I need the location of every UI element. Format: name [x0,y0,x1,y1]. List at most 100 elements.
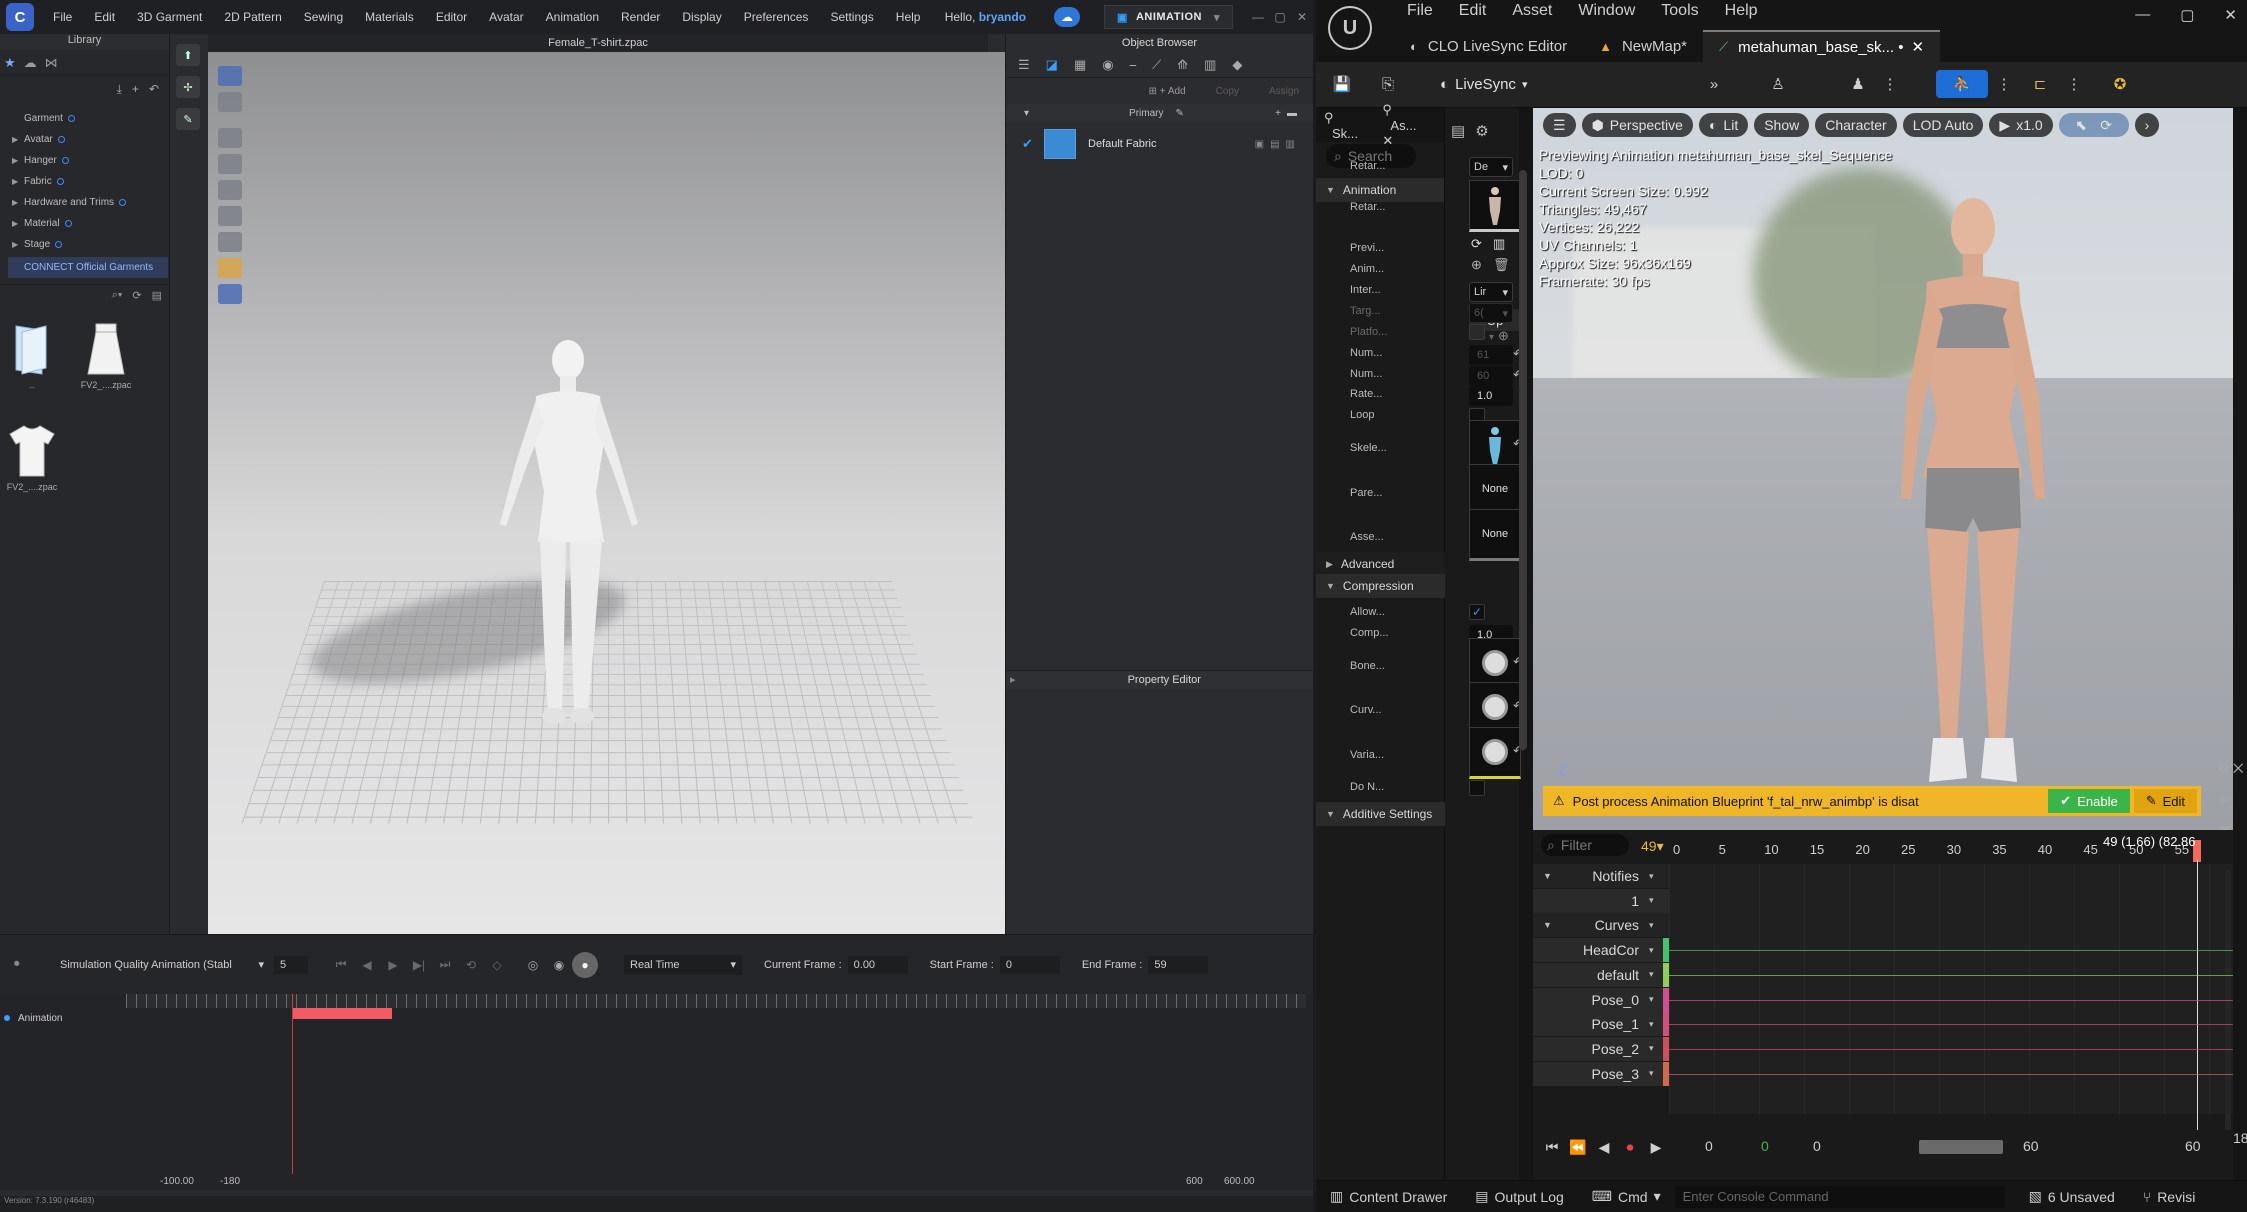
play-icon[interactable]: ▶ [1643,1139,1669,1156]
animation-mode-button[interactable]: ⛹ [1936,70,1988,98]
mesh-mode-icon[interactable]: ♟ [1844,70,1872,98]
steps-input[interactable]: 5 [274,956,308,974]
viewport-menu-button[interactable]: ☰ [1543,113,1576,137]
revision-control-button[interactable]: ⑂ Revisi [2129,1189,2210,1205]
prev-frame-icon[interactable]: ◀ [354,952,380,978]
curve-line[interactable] [1669,1074,2233,1075]
asset-thumb[interactable]: None [1469,509,1521,561]
mode-selector[interactable]: ▣ ANIMATION ▾ [1104,5,1233,29]
ue-viewport[interactable]: ☰ ⬢ Perspective ◐ Lit Show Character LOD A… [1533,108,2233,830]
track-default[interactable]: default ▾ [1533,963,1669,987]
search-icon[interactable]: ⌕▾ [112,289,123,302]
range-end-field[interactable]: 600 [1186,1176,1203,1187]
curve-line[interactable] [1669,975,2233,976]
chevron-down-icon[interactable]: ▾ [1649,871,1663,882]
tab-anim-sequence[interactable]: ⟋ metahuman_base_sk... • ✕ [1703,30,1940,62]
clo-avatar[interactable] [478,292,658,752]
button-tab-icon[interactable]: ▦ [1074,57,1086,73]
preview-refresh-icon[interactable]: ⟳ [1471,236,1482,252]
chevron-down-icon[interactable]: ▾ [1649,945,1663,956]
maximize-icon[interactable]: ▢ [1269,10,1291,24]
chevron-down-icon[interactable]: ▾ [1649,994,1663,1005]
track-notifies[interactable]: ▼ Notifies ▾ [1533,864,1669,888]
capture-icon[interactable]: ◉ [546,952,572,978]
current-frame-input[interactable]: 0.00 [848,956,908,974]
tab-options-icon[interactable]: +▬ [1275,108,1303,119]
thumb-folder[interactable]: .. [0,320,64,390]
more-tabs-icon[interactable]: ◆ [1232,57,1242,73]
settings-icon[interactable]: ⚙ [1475,123,1488,140]
minimize-icon[interactable]: — [1247,10,1269,24]
tab-livesync[interactable]: ◐ CLO LiveSync Editor [1394,30,1583,62]
unsaved-button[interactable]: ▧ 6 Unsaved [2015,1188,2129,1205]
select-tool-icon[interactable]: ⬆ [176,44,200,66]
character-button[interactable]: Character [1815,113,1896,137]
range-start-field[interactable]: -180 [220,1176,240,1187]
chevron-down-icon[interactable]: ▾ [1649,1043,1663,1054]
menu-edit[interactable]: Edit [83,0,126,34]
show-button[interactable]: Show [1754,113,1809,137]
edit-icon[interactable]: ✎ [1175,108,1183,119]
rate-input[interactable]: 1.0 [1469,386,1513,406]
username[interactable]: bryando [979,10,1026,24]
track-pose-3[interactable]: Pose_3 ▾ [1533,1062,1669,1086]
library-node-fabric[interactable]: ▶ Fabric [0,171,169,192]
copy-button[interactable]: Copy [1216,86,1239,97]
chevron-down-icon[interactable]: ▾ [1649,969,1663,980]
blueprint-mode-icon[interactable]: ⊏ [2026,70,2054,98]
graphic-tab-icon[interactable]: ▥ [1204,57,1216,73]
menu-asset[interactable]: Asset [1499,0,1565,26]
chevron-down-icon[interactable]: ▾ [1649,895,1663,906]
skip-end-icon[interactable]: ⏭ [432,952,458,978]
view-start[interactable]: 0 [1705,1138,1713,1154]
range-end[interactable]: 60 [2023,1138,2039,1154]
end-frame-input[interactable]: 59 [1148,956,1208,974]
chevron-down-icon[interactable]: ▾ [1649,920,1663,931]
pin-icon[interactable] [218,180,242,200]
more-options-icon[interactable]: ⋮ [1876,70,1904,98]
section-additive[interactable]: ▼ Additive Settings [1316,802,1445,826]
browse-icon[interactable]: ⎘ [1374,70,1402,98]
timeline-playhead[interactable] [292,994,293,1174]
skeleton-mode-icon[interactable]: ♙ [1764,70,1792,98]
skip-start-icon[interactable]: ⏮ [328,952,354,978]
zipper-tab-icon[interactable]: ⟋ [1152,57,1161,73]
primary-tab[interactable]: ▾ Primary ✎ +▬ [1006,104,1313,122]
content-drawer-button[interactable]: ▥ Content Drawer [1316,1188,1461,1205]
curve-line[interactable] [1669,1000,2233,1001]
tab-asset-details[interactable]: ⚲ As... ✕ [1374,102,1444,149]
connect-official-garments[interactable]: CONNECT Official Garments [8,257,168,278]
topstitch-tab-icon[interactable]: ⎯ [1130,57,1137,73]
output-log-button[interactable]: ▤ Output Log [1461,1188,1578,1205]
menu-help[interactable]: Help [1712,0,1771,26]
library-node-material[interactable]: ▶ Material [0,213,169,234]
animation-track[interactable]: Animation [0,1008,126,1028]
metahuman-character[interactable] [1893,178,2053,818]
do-not-checkbox[interactable] [1469,780,1485,796]
view-end[interactable]: 60 [2185,1138,2201,1154]
cloud-icon[interactable]: ☁ [1054,7,1080,27]
library-node-stage[interactable]: ▶ Stage [0,234,169,255]
menu-help[interactable]: Help [885,0,932,34]
menu-render[interactable]: Render [610,0,671,34]
refresh-icon[interactable]: ⟳ [132,289,141,302]
fabric-tab-icon[interactable]: ◪ [1046,57,1058,73]
curve-grid[interactable] [1669,864,2233,1114]
save-icon[interactable]: 💾 [1328,70,1356,98]
menu-materials[interactable]: Materials [354,0,425,34]
library-node-avatar[interactable]: ▶ Avatar [0,129,169,150]
lod-button[interactable]: LOD Auto [1903,113,1984,137]
perspective-button[interactable]: ⬢ Perspective [1582,113,1693,137]
close-icon[interactable]: ✕ [1291,10,1313,24]
library-node-hardware-and-trims[interactable]: ▶ Hardware and Trims [0,192,169,213]
cmd-button[interactable]: ⌨ Cmd ▾ [1578,1188,1675,1205]
details-scrollbar[interactable] [1519,170,1527,750]
close-tab-icon[interactable]: ✕ [1911,38,1924,56]
enable-button[interactable]: ✔ Enable [2048,789,2129,813]
add-circle-icon[interactable]: ⊕ [1471,257,1482,273]
menu-editor[interactable]: Editor [425,0,478,34]
arrow-left-icon[interactable]: ⇦ [2219,791,2247,808]
timeline-range-slider[interactable] [1919,1140,2003,1154]
track-pose-1[interactable]: Pose_1 ▾ [1533,1012,1669,1036]
lit-button[interactable]: ◐ Lit [1699,113,1748,137]
